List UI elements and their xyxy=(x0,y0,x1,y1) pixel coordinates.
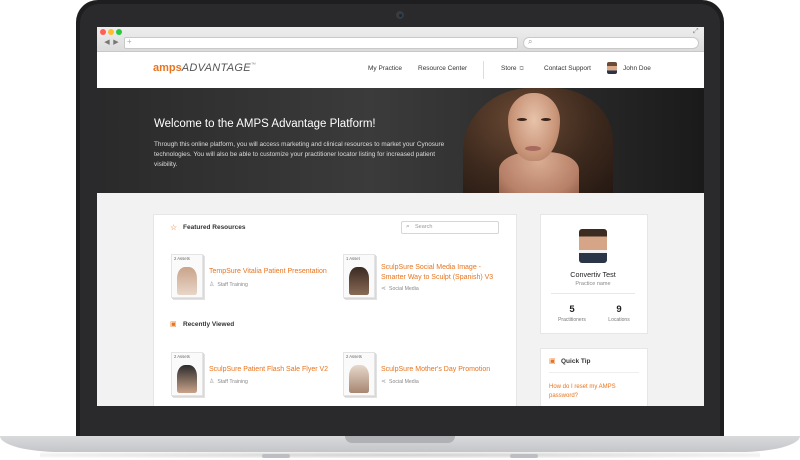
browser-search-input[interactable]: ⌕ xyxy=(523,37,699,49)
asset-count-badge: 2 Assets xyxy=(346,354,362,359)
resource-category-label: Staff Training xyxy=(217,379,248,385)
resource-category: ⋖ Social Media xyxy=(381,378,419,385)
profile-name: Convertiv Test xyxy=(570,270,616,279)
user-avatar[interactable] xyxy=(607,62,617,74)
thumbnail-image xyxy=(177,365,197,393)
nav-store-label: Store xyxy=(501,65,517,72)
resource-title-link[interactable]: TempSure Vitalia Patient Presentation xyxy=(209,267,334,277)
nav-store[interactable]: Store ⧉ xyxy=(501,65,524,73)
hero-banner: Welcome to the AMPS Advantage Platform! … xyxy=(97,88,704,193)
hero-description: Through this online platform, you will a… xyxy=(154,141,445,168)
resource-category-label: Social Media xyxy=(389,286,419,292)
featured-resources-title: Featured Resources xyxy=(183,224,246,231)
minimize-window-button[interactable] xyxy=(108,29,114,35)
forward-button[interactable]: ▶ xyxy=(111,38,121,47)
nav-resource-center[interactable]: Resource Center xyxy=(418,65,467,72)
amps-advantage-logo[interactable]: ampsADVANTAGE™ xyxy=(153,62,256,74)
recently-viewed-title: Recently Viewed xyxy=(183,321,235,328)
calendar-icon: ▣ xyxy=(170,321,177,328)
person-icon: ♙ xyxy=(209,379,215,385)
quick-tip-link[interactable]: How do I reset my AMPS password? xyxy=(549,383,639,401)
resource-category: ♙ Staff Training xyxy=(209,281,248,288)
hero-model-eye xyxy=(541,118,551,121)
profile-role: Practice name xyxy=(575,281,611,287)
close-window-button[interactable] xyxy=(100,29,106,35)
nav-my-practice[interactable]: My Practice xyxy=(368,65,402,72)
user-name[interactable]: John Doe xyxy=(623,65,651,72)
resource-thumbnail[interactable]: 2 Assets xyxy=(343,352,375,396)
search-icon: ⌕ xyxy=(528,37,533,46)
locations-count[interactable]: 9 xyxy=(599,304,639,315)
nav-contact-support[interactable]: Contact Support xyxy=(544,65,591,72)
thumbnail-image xyxy=(177,267,197,295)
camera-lens xyxy=(398,13,402,17)
hero-title: Welcome to the AMPS Advantage Platform! xyxy=(154,118,376,130)
quick-tip-divider xyxy=(549,372,639,373)
resource-title-link[interactable]: SculpSure Mother's Day Promotion xyxy=(381,365,506,375)
logo-trademark: ™ xyxy=(250,62,256,68)
url-bar[interactable]: + xyxy=(124,37,518,49)
resource-title-link[interactable]: SculpSure Patient Flash Sale Flyer V2 xyxy=(209,365,334,375)
profile-divider xyxy=(551,293,635,294)
quick-tip-title: Quick Tip xyxy=(561,358,591,365)
person-icon: ♙ xyxy=(209,282,215,288)
resource-category: ⋖ Social Media xyxy=(381,285,419,292)
locations-label: Locations xyxy=(608,317,630,323)
resource-title-link[interactable]: SculpSure Social Media Image - Smarter W… xyxy=(381,263,501,283)
laptop-foot-left xyxy=(262,454,290,458)
resource-category-label: Social Media xyxy=(389,379,419,385)
resource-category-label: Staff Training xyxy=(217,282,248,288)
lightbulb-icon: ▣ xyxy=(549,358,556,365)
resource-thumbnail[interactable]: 2 Assets xyxy=(171,352,203,396)
laptop-shadow xyxy=(40,452,760,458)
laptop-foot-right xyxy=(510,454,538,458)
asset-count-badge: 2 Assets xyxy=(174,256,190,261)
search-icon: ⌕ xyxy=(406,223,410,230)
plus-icon: + xyxy=(127,37,132,46)
screen: ◀ ▶ + ⌕ ⤢ ampsADVANTAGE™ My Practice Res… xyxy=(97,27,704,406)
browser-chrome: ◀ ▶ + ⌕ ⤢ xyxy=(97,27,704,52)
profile-avatar[interactable] xyxy=(579,229,607,263)
resource-thumbnail[interactable]: 1 Asset xyxy=(343,254,375,298)
resource-thumbnail[interactable]: 2 Assets xyxy=(171,254,203,298)
thumbnail-image xyxy=(349,365,369,393)
nav-divider xyxy=(483,61,484,79)
maximize-window-button[interactable] xyxy=(116,29,122,35)
asset-count-badge: 2 Assets xyxy=(174,354,190,359)
resource-search-placeholder: Search xyxy=(415,224,433,230)
asset-count-badge: 1 Asset xyxy=(346,256,360,261)
logo-part-advantage: ADVANTAGE xyxy=(181,62,251,74)
site-header: ampsADVANTAGE™ My Practice Resource Cent… xyxy=(97,52,704,89)
share-icon: ⋖ xyxy=(381,379,387,385)
fullscreen-icon[interactable]: ⤢ xyxy=(693,28,699,36)
thumbnail-image xyxy=(349,267,369,295)
logo-part-amps: amps xyxy=(153,62,182,74)
laptop-notch xyxy=(345,436,455,443)
hero-model-lips xyxy=(525,146,541,151)
resources-card xyxy=(153,214,517,406)
practitioners-count[interactable]: 5 xyxy=(552,304,592,315)
hero-model-eye xyxy=(517,118,527,121)
resource-search-input[interactable]: ⌕ Search xyxy=(401,221,499,234)
share-icon: ⋖ xyxy=(381,286,387,292)
star-icon: ☆ xyxy=(170,223,178,232)
external-link-icon: ⧉ xyxy=(519,66,524,72)
resource-category: ♙ Staff Training xyxy=(209,378,248,385)
practitioners-label: Practitioners xyxy=(558,317,586,323)
